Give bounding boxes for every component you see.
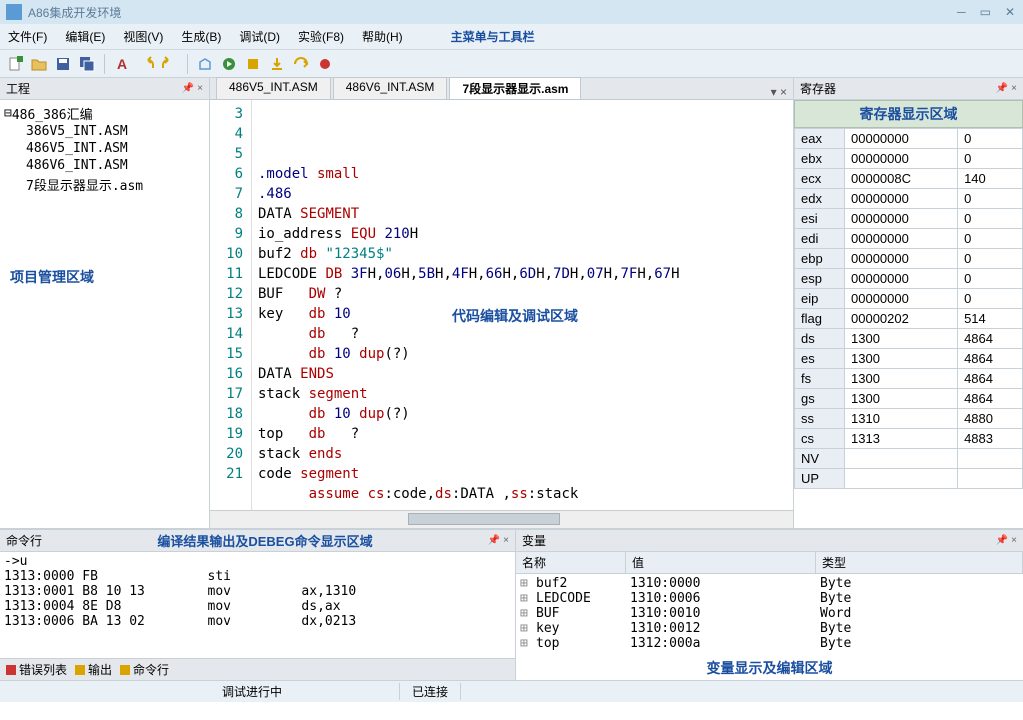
variable-row[interactable]: ⊞buf21310:0000Byte: [520, 576, 1019, 591]
app-title: A86集成开发环境: [28, 4, 121, 21]
var-col-value[interactable]: 值: [626, 552, 816, 573]
menu-experiment[interactable]: 实验(F8): [298, 28, 344, 45]
pin-icon[interactable]: 📌 ×: [488, 535, 509, 546]
command-panel: 命令行 编译结果输出及DEBEG命令显示区域 📌 × ->u 1313:0000 F…: [0, 530, 516, 680]
command-tabs: 错误列表输出命令行: [0, 658, 515, 680]
command-title: 命令行: [6, 532, 42, 549]
variables-annotation: 变量显示及编辑区域: [516, 656, 1023, 680]
menu-file[interactable]: 文件(F): [8, 28, 47, 45]
editor-tab[interactable]: 486V6_INT.ASM: [333, 77, 448, 99]
tab-dropdown-icon[interactable]: ▾: [771, 85, 777, 99]
register-row[interactable]: gs13004864: [795, 389, 1023, 409]
statusbar: 调试进行中 已连接: [0, 680, 1023, 702]
menubar-annotation: 主菜单与工具栏: [451, 28, 535, 45]
register-row[interactable]: eip000000000: [795, 289, 1023, 309]
save-icon[interactable]: [52, 53, 74, 75]
register-row[interactable]: flag00000202514: [795, 309, 1023, 329]
variables-list[interactable]: ⊞buf21310:0000Byte⊞LEDCODE1310:0006Byte⊞…: [516, 574, 1023, 656]
editor-panel: 486V5_INT.ASM486V6_INT.ASM7段显示器显示.asm ▾ …: [210, 78, 793, 528]
register-row[interactable]: ecx0000008C140: [795, 169, 1023, 189]
var-col-name[interactable]: 名称: [516, 552, 626, 573]
register-row[interactable]: edi000000000: [795, 229, 1023, 249]
close-icon[interactable]: ✕: [1005, 5, 1015, 19]
project-file[interactable]: 486V5_INT.ASM: [26, 140, 205, 157]
code-editor[interactable]: 3456789101112131415161718192021 代码编辑及调试区…: [210, 100, 793, 510]
project-annotation: 项目管理区域: [0, 259, 209, 295]
project-title: 工程: [6, 80, 30, 97]
titlebar: A86集成开发环境 ─ ▭ ✕: [0, 0, 1023, 24]
register-row[interactable]: NV: [795, 449, 1023, 469]
register-panel: 寄存器📌 × 寄存器显示区域 eax000000000ebx000000000e…: [793, 78, 1023, 528]
project-file[interactable]: 7段显示器显示.asm: [26, 174, 205, 195]
new-icon[interactable]: [4, 53, 26, 75]
open-icon[interactable]: [28, 53, 50, 75]
tab-close-icon[interactable]: ×: [780, 85, 787, 99]
variable-row[interactable]: ⊞LEDCODE1310:0006Byte: [520, 591, 1019, 606]
menu-edit[interactable]: 编辑(E): [65, 28, 105, 45]
output-tab[interactable]: 错误列表: [6, 661, 67, 678]
app-icon: [6, 4, 22, 20]
record-icon[interactable]: [314, 53, 336, 75]
register-row[interactable]: eax000000000: [795, 129, 1023, 149]
menubar: 文件(F) 编辑(E) 视图(V) 生成(B) 调试(D) 实验(F8) 帮助(…: [0, 24, 1023, 50]
expand-icon[interactable]: ⊟: [4, 106, 12, 121]
editor-tab[interactable]: 486V5_INT.ASM: [216, 77, 331, 99]
register-row[interactable]: esp000000000: [795, 269, 1023, 289]
menu-view[interactable]: 视图(V): [123, 28, 163, 45]
editor-tab[interactable]: 7段显示器显示.asm: [449, 77, 581, 99]
register-row[interactable]: ebp000000000: [795, 249, 1023, 269]
menu-debug[interactable]: 调试(D): [239, 28, 280, 45]
run-icon[interactable]: [218, 53, 240, 75]
editor-tabs: 486V5_INT.ASM486V6_INT.ASM7段显示器显示.asm ▾ …: [210, 78, 793, 100]
variables-title: 变量: [522, 532, 546, 549]
registers-title: 寄存器: [800, 80, 836, 97]
undo-icon[interactable]: [135, 53, 157, 75]
registers-table[interactable]: eax000000000ebx000000000ecx0000008C140ed…: [794, 128, 1023, 489]
status-connection: 已连接: [400, 683, 461, 700]
maximize-icon[interactable]: ▭: [980, 5, 991, 19]
variables-panel: 变量 📌 × 名称 值 类型 ⊞buf21310:0000Byte⊞LEDCODE…: [516, 530, 1023, 680]
registers-annotation: 寄存器显示区域: [794, 100, 1023, 128]
command-annotation: 编译结果输出及DEBEG命令显示区域: [157, 531, 372, 550]
pin-icon[interactable]: 📌 ×: [182, 83, 203, 94]
register-row[interactable]: ebx000000000: [795, 149, 1023, 169]
toolbar: A: [0, 50, 1023, 78]
output-tab[interactable]: 输出: [75, 661, 112, 678]
stop-icon[interactable]: [242, 53, 264, 75]
editor-annotation: 代码编辑及调试区域: [452, 308, 578, 328]
output-tab[interactable]: 命令行: [120, 661, 169, 678]
project-panel: 工程 📌 × ⊟ 486_386汇编 386V5_INT.ASM486V5_INT…: [0, 78, 210, 528]
var-col-type[interactable]: 类型: [816, 552, 1023, 573]
project-tree[interactable]: ⊟ 486_386汇编 386V5_INT.ASM486V5_INT.ASM48…: [0, 100, 209, 199]
project-root[interactable]: 486_386汇编: [12, 104, 93, 123]
step-into-icon[interactable]: [266, 53, 288, 75]
project-file[interactable]: 486V6_INT.ASM: [26, 157, 205, 174]
pin-icon[interactable]: 📌 ×: [996, 535, 1017, 546]
variable-row[interactable]: ⊞BUF1310:0010Word: [520, 606, 1019, 621]
step-over-icon[interactable]: [290, 53, 312, 75]
register-row[interactable]: es13004864: [795, 349, 1023, 369]
variable-row[interactable]: ⊞top1312:000aByte: [520, 636, 1019, 651]
project-file[interactable]: 386V5_INT.ASM: [26, 123, 205, 140]
pin-icon[interactable]: 📌 ×: [996, 83, 1017, 94]
redo-icon[interactable]: [159, 53, 181, 75]
register-row[interactable]: UP: [795, 469, 1023, 489]
build-icon[interactable]: [194, 53, 216, 75]
register-row[interactable]: fs13004864: [795, 369, 1023, 389]
register-row[interactable]: cs13134883: [795, 429, 1023, 449]
variable-row[interactable]: ⊞key1310:0012Byte: [520, 621, 1019, 636]
register-row[interactable]: edx000000000: [795, 189, 1023, 209]
menu-build[interactable]: 生成(B): [181, 28, 221, 45]
menu-help[interactable]: 帮助(H): [362, 28, 403, 45]
register-row[interactable]: esi000000000: [795, 209, 1023, 229]
horizontal-scrollbar[interactable]: [210, 510, 793, 528]
register-row[interactable]: ds13004864: [795, 329, 1023, 349]
status-debug: 调试进行中: [210, 683, 400, 700]
font-icon[interactable]: A: [111, 53, 133, 75]
save-all-icon[interactable]: [76, 53, 98, 75]
register-row[interactable]: ss13104880: [795, 409, 1023, 429]
command-output[interactable]: ->u 1313:0000 FB sti 1313:0001 B8 10 13 …: [0, 552, 515, 658]
minimize-icon[interactable]: ─: [957, 5, 966, 19]
